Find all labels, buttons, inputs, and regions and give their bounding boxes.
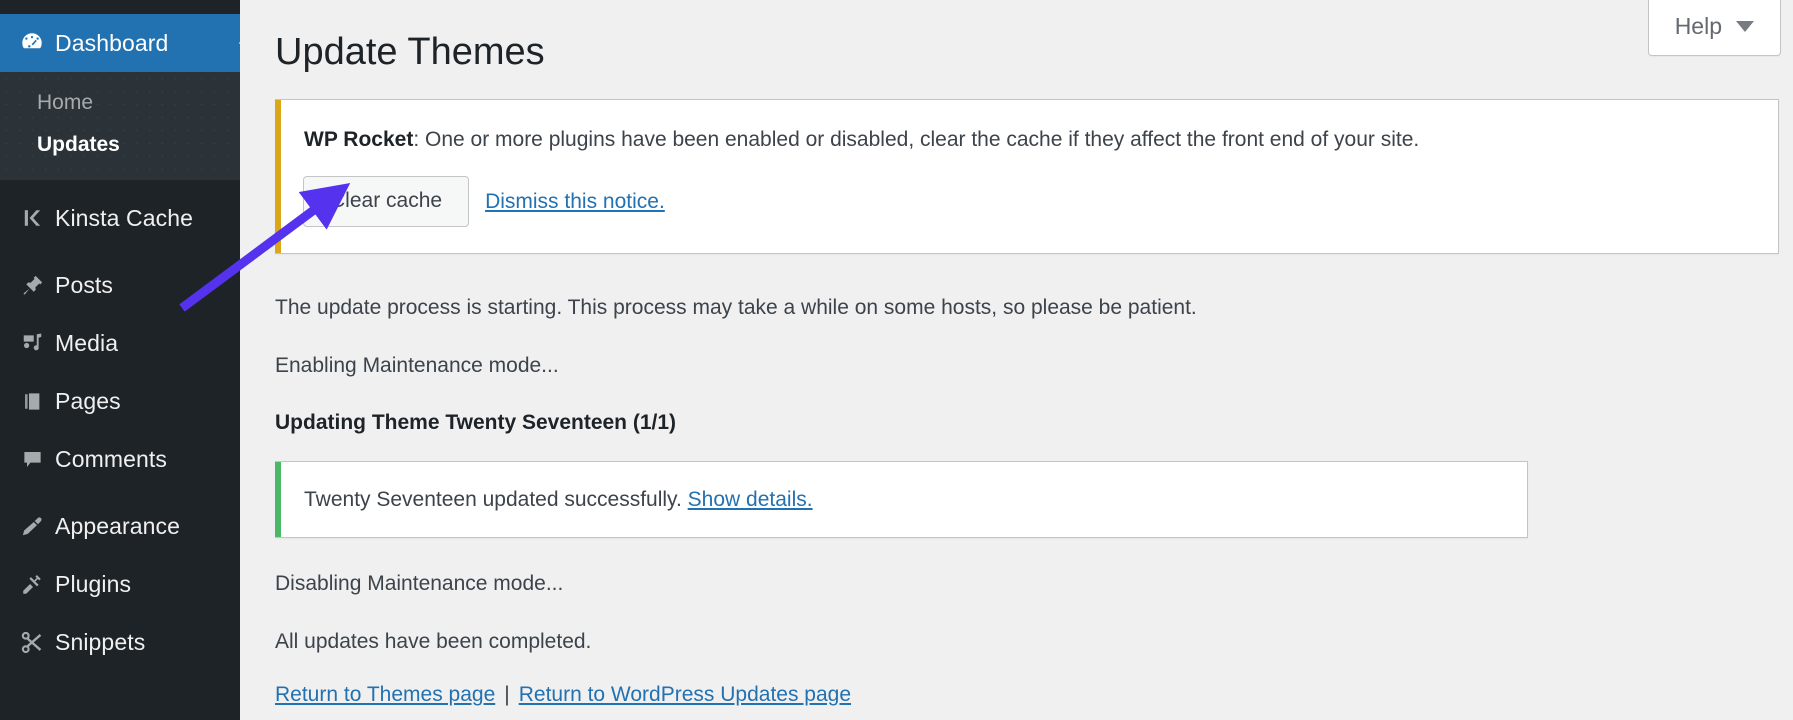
help-tab-wrap: Help <box>1647 0 1781 56</box>
admin-sidebar: Dashboard Home Updates Kinsta Cache Post… <box>0 0 250 720</box>
menu-separator <box>0 247 240 256</box>
theme-updated-message: Twenty Seventeen updated successfully. <box>304 487 688 511</box>
sidebar-subitem-home[interactable]: Home <box>0 82 240 124</box>
wp-rocket-notice-text: WP Rocket: One or more plugins have been… <box>303 124 1750 156</box>
all-updates-completed-text: All updates have been completed. <box>275 629 592 653</box>
kinsta-k-icon <box>9 206 55 230</box>
sidebar-item-posts[interactable]: Posts <box>0 256 240 314</box>
sidebar-item-comments[interactable]: Comments <box>0 430 240 488</box>
sidebar-item-pages[interactable]: Pages <box>0 372 240 430</box>
plug-icon <box>9 572 55 597</box>
clear-cache-button[interactable]: Clear cache <box>303 175 470 228</box>
update-starting-text: The update process is starting. This pro… <box>275 296 1197 320</box>
sidebar-item-dashboard[interactable]: Dashboard <box>0 14 250 72</box>
disabling-maintenance-text: Disabling Maintenance mode... <box>275 572 564 596</box>
links-separator: | <box>504 683 510 707</box>
main-content: Help Update Themes WP Rocket: One or mor… <box>240 0 1793 720</box>
media-icon <box>9 331 55 356</box>
sidebar-item-label: Kinsta Cache <box>55 204 193 231</box>
sidebar-item-label: Posts <box>55 271 114 298</box>
comment-bubble-icon <box>9 447 55 472</box>
sidebar-item-label: Pages <box>55 387 121 414</box>
chevron-down-icon <box>1736 21 1754 32</box>
scissors-icon <box>9 630 55 655</box>
footer-links: Return to Themes page | Return to WordPres… <box>240 683 1793 707</box>
pages-icon <box>9 389 55 414</box>
sidebar-item-label: Snippets <box>55 628 146 655</box>
sidebar-item-label: Dashboard <box>55 29 169 56</box>
sidebar-item-label: Plugins <box>55 570 132 597</box>
wp-rocket-notice: WP Rocket: One or more plugins have been… <box>275 99 1779 255</box>
wp-admin-screen: Dashboard Home Updates Kinsta Cache Post… <box>0 0 1793 720</box>
notice-colon: : <box>413 128 425 152</box>
dashboard-submenu: Home Updates <box>0 72 240 180</box>
wp-rocket-plugin-name: WP Rocket <box>304 128 414 152</box>
page-title: Update Themes <box>275 31 545 73</box>
show-details-link[interactable]: Show details. <box>688 488 813 511</box>
theme-updated-notice: Twenty Seventeen updated successfully. S… <box>275 460 1528 539</box>
wp-rocket-notice-message: One or more plugins have been enabled or… <box>424 128 1420 152</box>
help-tab-label: Help <box>1674 13 1722 39</box>
sidebar-top-strip <box>0 0 240 14</box>
sidebar-subitem-updates[interactable]: Updates <box>0 124 240 166</box>
menu-separator <box>0 180 240 189</box>
theme-updated-notice-text: Twenty Seventeen updated successfully. S… <box>303 484 1499 516</box>
dismiss-notice-link[interactable]: Dismiss this notice. <box>485 190 665 214</box>
sidebar-item-label: Appearance <box>55 512 181 539</box>
wp-rocket-notice-actions: Clear cache Dismiss this notice. <box>303 175 1750 228</box>
enabling-maintenance-text: Enabling Maintenance mode... <box>275 353 559 377</box>
help-tab-button[interactable]: Help <box>1647 0 1781 56</box>
return-to-themes-link[interactable]: Return to Themes page <box>275 683 495 706</box>
current-menu-arrow <box>239 30 250 56</box>
return-to-updates-link[interactable]: Return to WordPress Updates page <box>519 683 851 706</box>
dashboard-icon <box>9 30 55 56</box>
sidebar-item-plugins[interactable]: Plugins <box>0 555 240 613</box>
pin-icon <box>9 273 55 298</box>
sidebar-item-appearance[interactable]: Appearance <box>0 497 240 555</box>
paintbrush-icon <box>9 514 55 539</box>
sidebar-item-label: Media <box>55 329 119 356</box>
sidebar-item-media[interactable]: Media <box>0 314 240 372</box>
sidebar-item-snippets[interactable]: Snippets <box>0 613 240 671</box>
sidebar-item-kinsta-cache[interactable]: Kinsta Cache <box>0 189 240 247</box>
updating-theme-text: Updating Theme Twenty Seventeen (1/1) <box>275 411 677 435</box>
menu-separator <box>0 488 240 497</box>
sidebar-item-label: Comments <box>55 445 167 472</box>
